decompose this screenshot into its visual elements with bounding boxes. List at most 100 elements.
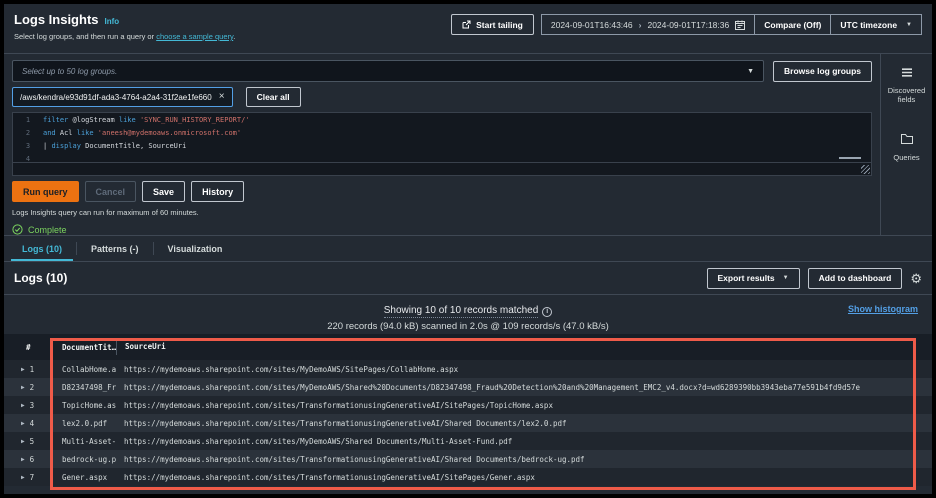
queries-button[interactable]: Queries <box>881 131 932 162</box>
column-header-number[interactable]: # <box>4 343 54 352</box>
row-number: 4 <box>29 418 35 428</box>
logs-insights-page: Logs Insights Info Select log groups, an… <box>4 4 932 494</box>
row-number: 7 <box>29 472 35 482</box>
table-row[interactable]: ▶ 6 bedrock-ug.pdf https://mydemoaws.shar… <box>4 450 932 468</box>
results-tabs: Logs (10) Patterns (-) Visualization <box>4 236 932 262</box>
add-to-dashboard-button[interactable]: Add to dashboard <box>807 267 903 289</box>
query-line: 2 and Acl like 'aneesh@mydemoaws.onmicro… <box>13 127 871 139</box>
results-title: Logs (10) <box>14 271 68 285</box>
page-header: Logs Insights Info Select log groups, an… <box>4 4 932 54</box>
scan-stats-text: 220 records (94.0 kB) scanned in 2.0s @ … <box>327 321 609 332</box>
clear-all-button[interactable]: Clear all <box>245 87 301 107</box>
row-expander-icon[interactable]: ▶ <box>21 456 25 463</box>
log-group-chip[interactable]: /aws/kendra/e93d91df-ada3-4764-a2a4-31f2… <box>12 87 233 107</box>
check-circle-icon <box>12 224 23 235</box>
settings-gear-icon[interactable]: ⚙ <box>910 272 922 285</box>
results-table: # DocumentTit… SourceUri ▶ 1 CollabHome.a… <box>4 334 932 486</box>
page-title: Logs Insights <box>14 12 99 27</box>
selected-log-groups-row: /aws/kendra/e93d91df-ada3-4764-a2a4-31f2… <box>12 87 872 107</box>
timezone-dropdown[interactable]: UTC timezone ▼ <box>830 14 922 35</box>
start-tailing-button[interactable]: Start tailing <box>451 14 534 35</box>
cancel-button[interactable]: Cancel <box>84 181 137 202</box>
log-group-chip-label: /aws/kendra/e93d91df-ada3-4764-a2a4-31f2… <box>20 92 212 102</box>
results-header: Logs (10) Export results ▼ Add to dashbo… <box>4 262 932 294</box>
row-number: 2 <box>29 382 35 392</box>
row-expander-icon[interactable]: ▶ <box>21 474 25 481</box>
cell-document-title: Gener.aspx <box>62 472 108 482</box>
time-end: 2024-09-01T17:18:36 <box>647 19 730 30</box>
save-button[interactable]: Save <box>142 181 186 202</box>
cell-source-uri: https://mydemoaws.sharepoint.com/sites/M… <box>124 382 861 392</box>
cell-source-uri: https://mydemoaws.sharepoint.com/sites/T… <box>124 454 585 464</box>
chevron-down-icon: ▼ <box>906 21 912 28</box>
tab-patterns[interactable]: Patterns (-) <box>77 236 153 261</box>
chevron-down-icon: ▼ <box>747 67 755 75</box>
line-number: 3 <box>25 142 31 150</box>
remove-chip-icon[interactable]: × <box>219 92 225 102</box>
table-row[interactable]: ▶ 2 D82347498_Fra… https://mydemoaws.shar… <box>4 378 932 396</box>
editor-scrollbar-track <box>13 162 871 163</box>
table-row[interactable]: ▶ 3 TopicHome.aspx https://mydemoaws.shar… <box>4 396 932 414</box>
calendar-icon <box>735 20 746 30</box>
right-sidebar: Discovered fields Queries <box>880 54 932 235</box>
table-row[interactable]: ▶ 1 CollabHome.as… https://mydemoaws.shar… <box>4 360 932 378</box>
cell-document-title: TopicHome.aspx <box>62 400 116 410</box>
query-status: Complete <box>12 224 872 235</box>
editor-resize-grip[interactable] <box>861 165 870 174</box>
row-number: 6 <box>29 454 35 464</box>
records-matched-text: Showing 10 of 10 records matched <box>383 305 539 318</box>
discovered-fields-button[interactable]: Discovered fields <box>881 64 932 105</box>
header-left: Logs Insights Info Select log groups, an… <box>14 12 235 53</box>
query-section: Select up to 50 log groups. ▼ Browse log… <box>4 54 932 236</box>
compare-button[interactable]: Compare (Off) <box>754 14 832 35</box>
row-expander-icon[interactable]: ▶ <box>21 438 25 445</box>
query-line: 1 filter @logStream like 'SYNC_RUN_HISTO… <box>13 114 871 126</box>
sample-query-link[interactable]: choose a sample query <box>156 32 233 41</box>
table-row[interactable]: ▶ 7 Gener.aspx https://mydemoaws.sharepoi… <box>4 468 932 486</box>
cell-document-title: Multi-Asset-F… <box>62 436 116 446</box>
tab-logs[interactable]: Logs (10) <box>8 236 76 261</box>
line-number: 4 <box>25 155 31 163</box>
column-header-source-uri[interactable]: SourceUri <box>116 339 932 355</box>
table-row[interactable]: ▶ 5 Multi-Asset-F… https://mydemoaws.shar… <box>4 432 932 450</box>
page-subtitle: Select log groups, and then run a query … <box>14 32 236 41</box>
show-histogram-link[interactable]: Show histogram <box>848 304 918 314</box>
row-number: 3 <box>29 400 35 410</box>
table-header-row: # DocumentTit… SourceUri <box>4 334 932 360</box>
export-results-button[interactable]: Export results ▼ <box>706 267 800 289</box>
line-number: 2 <box>25 129 31 137</box>
browse-log-groups-button[interactable]: Browse log groups <box>773 60 872 82</box>
row-expander-icon[interactable]: ▶ <box>21 384 25 391</box>
row-expander-icon[interactable]: ▶ <box>21 402 25 409</box>
time-start: 2024-09-01T16:43:46 <box>550 19 633 30</box>
info-link[interactable]: Info <box>105 17 120 26</box>
list-icon <box>901 68 913 77</box>
results-header-actions: Export results ▼ Add to dashboard ⚙ <box>706 267 922 289</box>
subtitle-text: Select log groups, and then run a query … <box>14 32 157 41</box>
chevron-right-icon: › <box>638 19 642 30</box>
column-header-document-title[interactable]: DocumentTit… <box>54 343 116 352</box>
info-icon[interactable]: i <box>542 306 553 317</box>
row-expander-icon[interactable]: ▶ <box>21 366 25 373</box>
cell-source-uri: https://mydemoaws.sharepoint.com/sites/T… <box>124 418 567 428</box>
cell-source-uri: https://mydemoaws.sharepoint.com/sites/M… <box>124 364 459 374</box>
query-status-label: Complete <box>28 224 67 235</box>
history-button[interactable]: History <box>191 181 245 202</box>
tab-visualization[interactable]: Visualization <box>154 236 237 261</box>
query-duration-note: Logs Insights query can run for maximum … <box>12 208 199 217</box>
discovered-fields-label: Discovered fields <box>887 86 926 105</box>
row-number: 5 <box>29 436 35 446</box>
cell-source-uri: https://mydemoaws.sharepoint.com/sites/T… <box>124 472 535 482</box>
folder-icon <box>900 133 913 144</box>
chevron-down-icon: ▼ <box>782 275 789 281</box>
log-group-select-row: Select up to 50 log groups. ▼ Browse log… <box>12 60 872 82</box>
date-range-button[interactable]: 2024-09-01T16:43:46 › 2024-09-01T17:18:3… <box>540 14 756 35</box>
query-editor[interactable]: 1 filter @logStream like 'SYNC_RUN_HISTO… <box>12 112 872 176</box>
row-expander-icon[interactable]: ▶ <box>21 420 25 427</box>
records-matched-line: Showing 10 of 10 records matched i <box>383 305 553 318</box>
editor-scrollbar-thumb[interactable] <box>839 157 861 159</box>
table-row[interactable]: ▶ 4 lex2.0.pdf https://mydemoaws.sharepoi… <box>4 414 932 432</box>
cell-source-uri: https://mydemoaws.sharepoint.com/sites/M… <box>124 436 513 446</box>
run-query-button[interactable]: Run query <box>12 181 79 202</box>
log-group-select[interactable]: Select up to 50 log groups. ▼ <box>12 60 765 82</box>
